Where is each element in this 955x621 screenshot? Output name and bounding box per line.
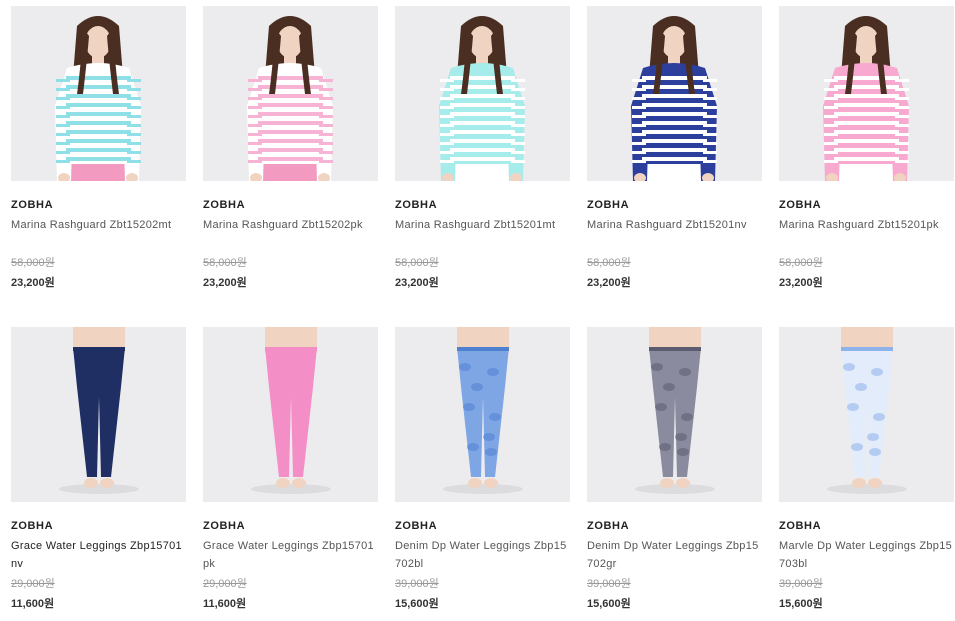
product-name[interactable]: Marina Rashguard Zbt15202mt [11, 216, 186, 252]
product-name[interactable]: Marina Rashguard Zbt15201pk [779, 216, 954, 252]
product-image[interactable] [587, 6, 762, 181]
original-price: 58,000원 [779, 257, 823, 269]
original-price: 29,000원 [11, 578, 55, 590]
product-card[interactable]: ZOBHA Grace Water Leggings Zbp15701pk 29… [203, 327, 378, 611]
model-photo-rashguard [779, 6, 954, 181]
sale-price: 23,200원 [11, 277, 55, 289]
model-photo-rashguard [587, 6, 762, 181]
original-price: 39,000원 [779, 578, 823, 590]
product-card[interactable]: ZOBHA Marina Rashguard Zbt15201mt 58,000… [395, 6, 570, 290]
product-brand: ZOBHA [11, 520, 54, 532]
original-price: 58,000원 [587, 257, 631, 269]
original-price: 29,000원 [203, 578, 247, 590]
original-price: 58,000원 [203, 257, 247, 269]
product-grid: ZOBHA Marina Rashguard Zbt15202mt 58,000… [0, 0, 955, 621]
product-name[interactable]: Denim Dp Water Leggings Zbp15702gr [587, 537, 762, 573]
product-brand: ZOBHA [779, 199, 822, 211]
model-photo-leggings [395, 327, 570, 502]
sale-price: 11,600원 [11, 598, 55, 610]
product-card[interactable]: ZOBHA Denim Dp Water Leggings Zbp15702bl… [395, 327, 570, 611]
sale-price: 23,200원 [779, 277, 823, 289]
product-card[interactable]: ZOBHA Marina Rashguard Zbt15201pk 58,000… [779, 6, 954, 290]
sale-price: 23,200원 [587, 277, 631, 289]
product-brand: ZOBHA [395, 520, 438, 532]
product-image[interactable] [779, 327, 954, 502]
product-name[interactable]: Marvle Dp Water Leggings Zbp15703bl [779, 537, 954, 573]
product-image[interactable] [395, 327, 570, 502]
model-photo-leggings [203, 327, 378, 502]
product-image[interactable] [203, 6, 378, 181]
model-photo-leggings [11, 327, 186, 502]
product-card[interactable]: ZOBHA Grace Water Leggings Zbp15701nv 29… [11, 327, 186, 611]
product-brand: ZOBHA [395, 199, 438, 211]
product-image[interactable] [395, 6, 570, 181]
model-photo-rashguard [11, 6, 186, 181]
product-card[interactable]: ZOBHA Denim Dp Water Leggings Zbp15702gr… [587, 327, 762, 611]
product-brand: ZOBHA [779, 520, 822, 532]
product-image[interactable] [779, 6, 954, 181]
product-name[interactable]: Marina Rashguard Zbt15202pk [203, 216, 378, 252]
product-card[interactable]: ZOBHA Marina Rashguard Zbt15201nv 58,000… [587, 6, 762, 290]
product-name[interactable]: Marina Rashguard Zbt15201mt [395, 216, 570, 252]
product-brand: ZOBHA [203, 199, 246, 211]
product-brand: ZOBHA [587, 520, 630, 532]
product-image[interactable] [203, 327, 378, 502]
original-price: 39,000원 [395, 578, 439, 590]
product-image[interactable] [587, 327, 762, 502]
product-card[interactable]: ZOBHA Marina Rashguard Zbt15202pk 58,000… [203, 6, 378, 290]
product-brand: ZOBHA [11, 199, 54, 211]
model-photo-rashguard [203, 6, 378, 181]
original-price: 58,000원 [395, 257, 439, 269]
product-name[interactable]: Marina Rashguard Zbt15201nv [587, 216, 762, 252]
product-brand: ZOBHA [203, 520, 246, 532]
model-photo-rashguard [395, 6, 570, 181]
sale-price: 23,200원 [203, 277, 247, 289]
model-photo-leggings [587, 327, 762, 502]
original-price: 39,000원 [587, 578, 631, 590]
model-photo-leggings [779, 327, 954, 502]
sale-price: 15,600원 [395, 598, 439, 610]
sale-price: 23,200원 [395, 277, 439, 289]
product-brand: ZOBHA [587, 199, 630, 211]
sale-price: 11,600원 [203, 598, 247, 610]
product-image[interactable] [11, 327, 186, 502]
sale-price: 15,600원 [779, 598, 823, 610]
product-card[interactable]: ZOBHA Marvle Dp Water Leggings Zbp15703b… [779, 327, 954, 611]
product-name[interactable]: Denim Dp Water Leggings Zbp15702bl [395, 537, 570, 573]
original-price: 58,000원 [11, 257, 55, 269]
product-name[interactable]: Grace Water Leggings Zbp15701pk [203, 537, 378, 573]
product-card[interactable]: ZOBHA Marina Rashguard Zbt15202mt 58,000… [11, 6, 186, 290]
product-image[interactable] [11, 6, 186, 181]
product-name[interactable]: Grace Water Leggings Zbp15701nv [11, 537, 186, 573]
sale-price: 15,600원 [587, 598, 631, 610]
